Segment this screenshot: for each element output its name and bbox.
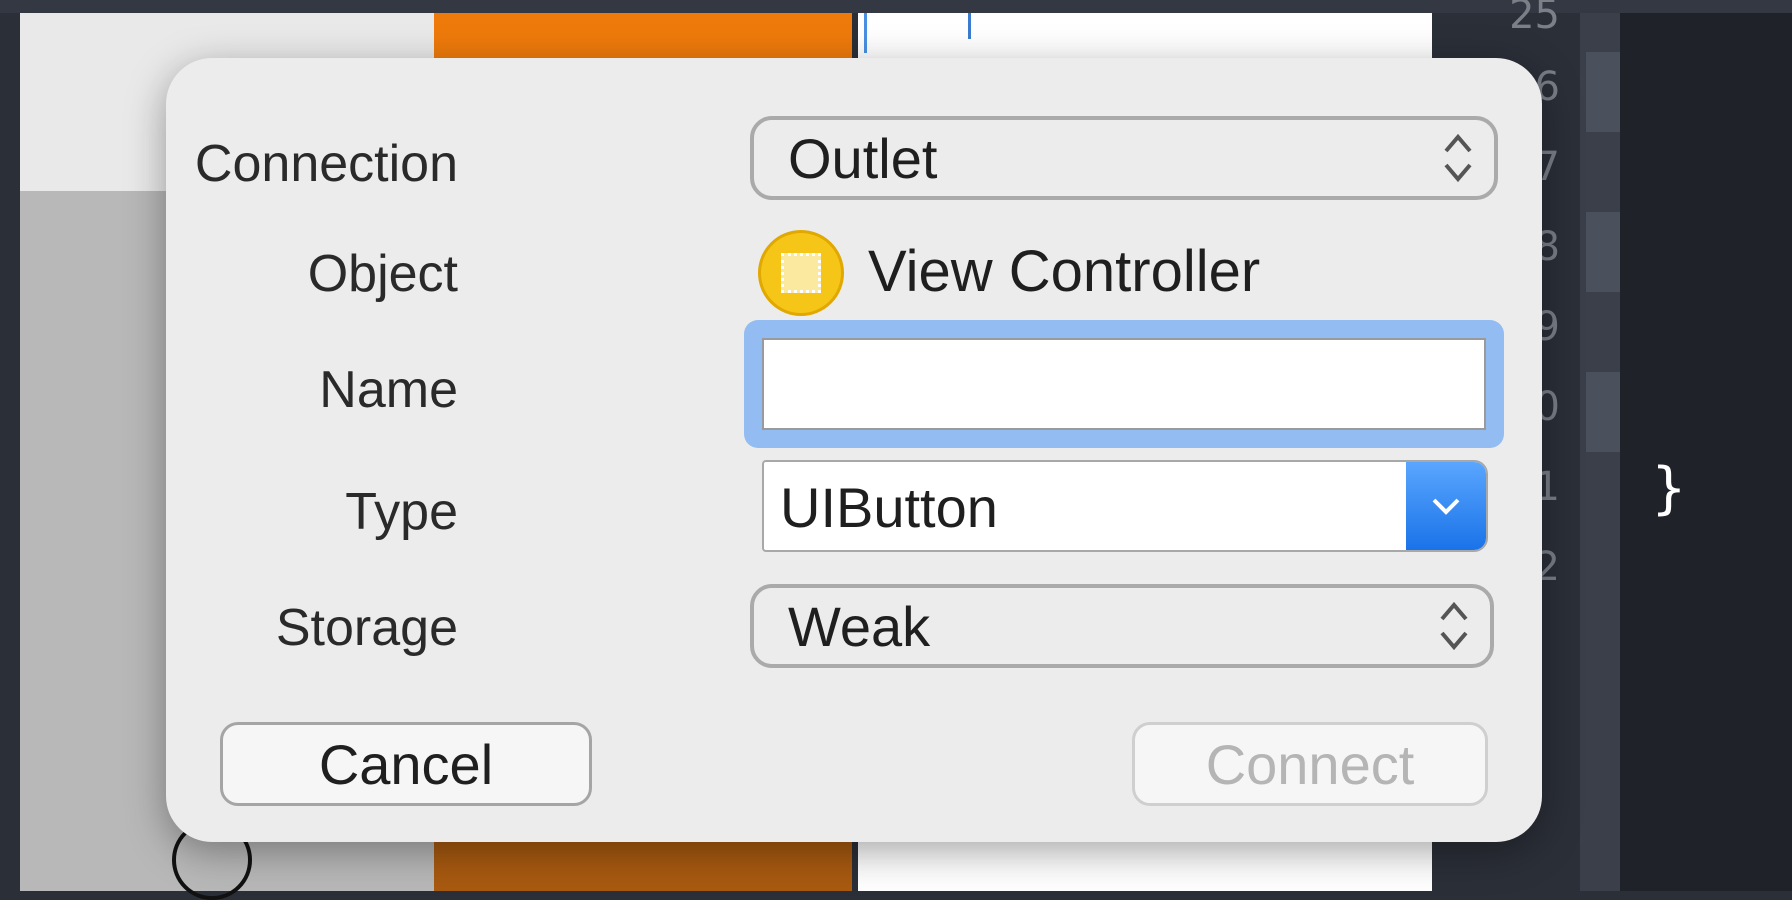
type-value: UIButton [780, 476, 998, 539]
gutter-marker [1586, 212, 1620, 292]
storage-label: Storage [275, 599, 458, 657]
type-label: Type [345, 483, 458, 541]
connection-label: Connection [194, 135, 458, 193]
connection-value: Outlet [788, 126, 938, 190]
connection-popup[interactable]: Outlet [750, 116, 1498, 200]
canvas-orange-view-shadow [434, 840, 852, 891]
canvas-connection-line [968, 13, 971, 39]
up-down-chevron-icon [1444, 133, 1472, 183]
cancel-button[interactable]: Cancel [220, 722, 592, 806]
outlet-connection-dialog: Connection Outlet Object View Controller… [166, 58, 1542, 842]
code-editor[interactable] [1620, 13, 1792, 891]
code-closing-brace: } [1652, 456, 1686, 521]
type-combo-box[interactable]: UIButton [762, 460, 1488, 552]
object-value: View Controller [868, 239, 1261, 304]
name-field[interactable] [762, 338, 1486, 430]
chevron-down-icon [1432, 498, 1460, 515]
type-dropdown-button[interactable] [1406, 462, 1486, 550]
connect-button[interactable]: Connect [1132, 722, 1488, 806]
gutter-marker [1586, 52, 1620, 132]
editor-change-strip [1580, 13, 1620, 891]
object-label: Object [307, 245, 458, 303]
name-label: Name [319, 361, 458, 419]
storage-popup[interactable]: Weak [750, 584, 1494, 668]
up-down-chevron-icon [1440, 601, 1468, 651]
view-controller-icon [758, 230, 844, 316]
canvas-selection-guide [864, 13, 867, 53]
storage-value: Weak [788, 594, 931, 658]
gutter-marker [1586, 372, 1620, 452]
line-number: 25 [1509, 0, 1560, 38]
